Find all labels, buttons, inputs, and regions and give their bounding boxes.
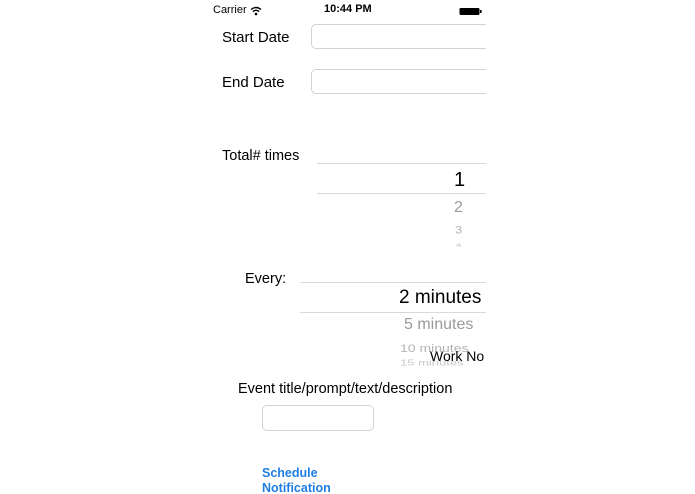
schedule-notification-button[interactable]: Schedule Notification [262, 466, 352, 494]
schedule-button-line-2: Notification [262, 481, 331, 494]
picker-selection-line-top [300, 282, 486, 283]
total-times-label: Total# times [222, 148, 300, 164]
app-screen: Carrier 10:44 PM Start Date End Date Tot… [207, 0, 486, 494]
start-date-field[interactable] [311, 24, 486, 49]
carrier-label: Carrier [213, 4, 247, 16]
picker-option[interactable]: 4 [456, 243, 462, 247]
every-label: Every: [245, 271, 287, 287]
picker-selection-line-top [317, 163, 486, 164]
total-times-picker[interactable]: 1 2 3 4 [317, 150, 486, 260]
wifi-icon [250, 3, 262, 16]
picker-selected-value[interactable]: 2 minutes [399, 287, 481, 309]
picker-option[interactable]: 5 minutes [404, 316, 473, 334]
event-title-field[interactable] [262, 405, 374, 431]
picker-selection-line-bottom [317, 193, 486, 194]
start-date-label: Start Date [222, 29, 290, 46]
schedule-button-line-1: Schedule [262, 466, 318, 480]
picker-option[interactable]: 3 [455, 224, 462, 236]
overlay-label: Work No [430, 348, 485, 364]
end-date-field[interactable] [311, 69, 486, 94]
status-time: 10:44 PM [324, 3, 372, 15]
picker-selection-line-bottom [300, 312, 486, 313]
battery-icon [459, 4, 483, 15]
event-title-label: Event title/prompt/text/description [238, 381, 453, 397]
picker-option[interactable]: 2 [454, 199, 463, 217]
picker-selected-value[interactable]: 1 [454, 169, 465, 191]
end-date-label: End Date [222, 74, 285, 91]
